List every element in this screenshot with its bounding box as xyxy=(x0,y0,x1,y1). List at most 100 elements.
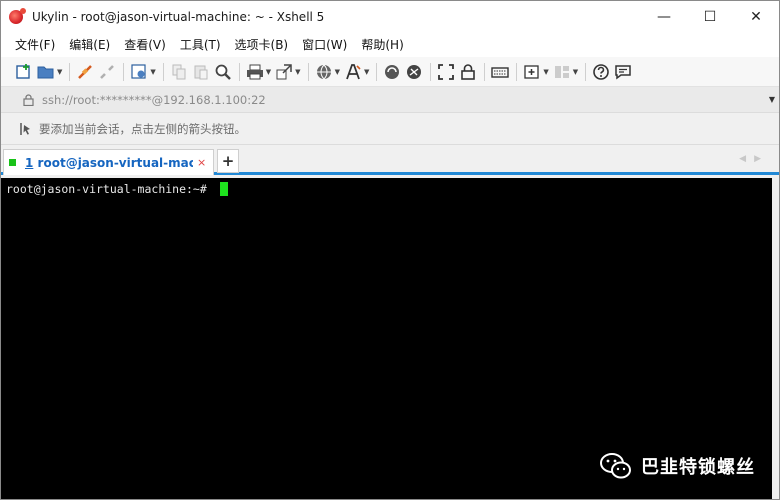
menu-tools[interactable]: 工具(T) xyxy=(180,36,221,53)
watermark-text: 巴韭特锁螺丝 xyxy=(641,457,755,478)
session-hint-bar: 要添加当前会话，点击左侧的箭头按钮。 xyxy=(1,113,779,145)
terminal-scrollbar[interactable] xyxy=(772,178,779,499)
xftp-button[interactable] xyxy=(383,62,401,82)
toolbar-separator xyxy=(69,62,71,81)
disconnect-button[interactable] xyxy=(98,62,116,82)
xmanager-icon xyxy=(407,64,422,79)
transfer-icon xyxy=(276,63,292,79)
menu-file[interactable]: 文件(F) xyxy=(15,36,55,53)
address-input[interactable] xyxy=(42,89,762,110)
tab-close-icon[interactable]: × xyxy=(197,156,206,169)
close-button[interactable]: ✕ xyxy=(733,1,779,32)
title-bar: Ukylin - root@jason-virtual-machine: ~ -… xyxy=(1,1,779,32)
add-tab-button[interactable]: + xyxy=(217,149,239,173)
font-icon xyxy=(346,63,361,79)
chevron-down-icon: ▼ xyxy=(265,67,272,76)
minimize-button[interactable]: — xyxy=(641,1,687,32)
layout-button[interactable]: ▼ xyxy=(553,62,578,82)
toolbar-separator xyxy=(376,62,378,81)
toolbar-separator xyxy=(307,62,309,81)
window-title: Ukylin - root@jason-virtual-machine: ~ -… xyxy=(32,9,325,24)
fullscreen-icon xyxy=(438,63,455,80)
font-button[interactable]: ▼ xyxy=(344,62,369,82)
watermark: 巴韭特锁螺丝 xyxy=(599,451,755,481)
tab-label: 1 root@jason-virtual-machin... xyxy=(25,156,193,170)
print-icon xyxy=(246,64,263,79)
connection-status-icon xyxy=(9,159,16,166)
wechat-icon xyxy=(600,453,631,479)
find-button[interactable] xyxy=(214,62,232,82)
help-icon xyxy=(593,63,609,80)
tab-scroll-arrows[interactable]: ◀▶ xyxy=(739,154,769,164)
shell-prompt: root@jason-virtual-machine:~# xyxy=(6,182,214,196)
session-properties-button[interactable]: ▼ xyxy=(130,62,156,82)
xmanager-button[interactable] xyxy=(405,62,423,82)
paste-icon xyxy=(194,65,208,79)
chevron-down-icon: ▼ xyxy=(150,67,156,76)
menu-tabs[interactable]: 选项卡(B) xyxy=(235,36,289,53)
chevron-down-icon: ▼ xyxy=(572,67,579,76)
new-session-icon xyxy=(16,63,30,79)
menu-window[interactable]: 窗口(W) xyxy=(302,36,347,53)
lock-icon xyxy=(461,63,476,80)
toolbar-separator xyxy=(238,62,240,81)
help-button[interactable] xyxy=(592,62,610,82)
copy-button[interactable] xyxy=(170,62,188,82)
toolbar-separator xyxy=(430,62,432,81)
lock-button[interactable] xyxy=(459,62,477,82)
tab-title: root@jason-virtual-machin... xyxy=(37,155,193,170)
menu-edit[interactable]: 编辑(E) xyxy=(69,36,110,53)
toolbar-separator xyxy=(585,62,587,81)
new-session-button[interactable] xyxy=(15,62,33,82)
paste-button[interactable] xyxy=(192,62,210,82)
new-tab-button[interactable]: ▼ xyxy=(523,62,549,82)
connect-icon xyxy=(78,64,93,79)
connect-button[interactable] xyxy=(76,62,94,82)
open-session-button[interactable]: ▼ xyxy=(37,62,62,82)
print-button[interactable]: ▼ xyxy=(246,62,271,82)
chevron-down-icon: ▼ xyxy=(543,67,549,76)
chevron-down-icon: ▼ xyxy=(363,67,370,76)
keyboard-icon xyxy=(491,66,510,78)
tab-bar: 1 root@jason-virtual-machin... × + ◀▶ xyxy=(1,145,779,175)
terminal-line: root@jason-virtual-machine:~# xyxy=(6,182,228,196)
disconnect-icon xyxy=(100,64,115,79)
copy-icon xyxy=(172,64,186,79)
lock-icon xyxy=(23,93,34,106)
open-folder-icon xyxy=(37,66,54,78)
maximize-button[interactable]: ☐ xyxy=(687,1,733,32)
toolbar-separator xyxy=(162,62,164,81)
transfer-button[interactable]: ▼ xyxy=(275,62,301,82)
find-icon xyxy=(215,64,231,80)
session-properties-icon xyxy=(131,63,146,79)
xshell-window: Ukylin - root@jason-virtual-machine: ~ -… xyxy=(0,0,780,500)
tab-session-1[interactable]: 1 root@jason-virtual-machin... × xyxy=(3,149,214,175)
address-bar: ▼ xyxy=(1,87,779,113)
terminal-cursor xyxy=(219,182,228,196)
globe-icon xyxy=(316,64,331,79)
fullscreen-button[interactable] xyxy=(437,62,455,82)
chat-icon xyxy=(615,64,631,79)
xftp-icon xyxy=(385,64,400,79)
keyboard-button[interactable] xyxy=(491,62,510,82)
chevron-down-icon: ▼ xyxy=(295,67,301,76)
menu-bar: 文件(F) 编辑(E) 查看(V) 工具(T) 选项卡(B) 窗口(W) 帮助(… xyxy=(1,32,779,57)
toolbar: ▼ ▼ ▼ ▼ ▼ ▼ ▼ ▼ xyxy=(1,57,779,87)
toolbar-separator xyxy=(484,62,486,81)
chat-button[interactable] xyxy=(614,62,632,82)
menu-view[interactable]: 查看(V) xyxy=(124,36,166,53)
tab-index: 1 xyxy=(25,155,34,170)
menu-help[interactable]: 帮助(H) xyxy=(361,36,403,53)
layout-icon xyxy=(554,65,569,78)
encoding-button[interactable]: ▼ xyxy=(315,62,340,82)
xshell-app-icon xyxy=(9,7,26,24)
chevron-down-icon: ▼ xyxy=(334,67,340,76)
chevron-down-icon[interactable]: ▼ xyxy=(769,95,775,104)
toolbar-separator xyxy=(516,62,518,81)
new-tab-icon xyxy=(524,64,539,79)
toolbar-separator xyxy=(123,62,125,81)
chevron-down-icon: ▼ xyxy=(57,67,63,76)
add-session-arrow-icon[interactable] xyxy=(19,122,33,136)
hint-text: 要添加当前会话，点击左侧的箭头按钮。 xyxy=(39,121,246,136)
window-controls: — ☐ ✕ xyxy=(641,1,779,32)
